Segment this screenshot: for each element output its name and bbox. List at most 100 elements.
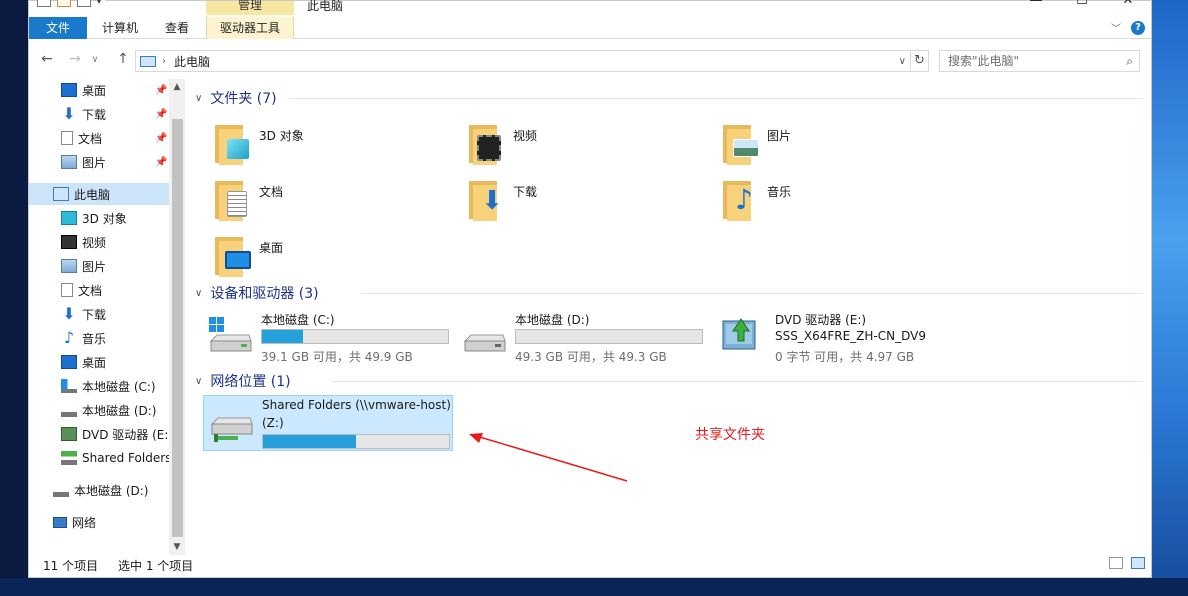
minimize-button[interactable]: — <box>1013 0 1059 9</box>
tab-drive-tools[interactable]: 驱动器工具 <box>206 17 294 39</box>
music-folder-icon: ♪ <box>721 177 761 221</box>
drive-icon <box>53 483 69 497</box>
sidebar-item-dvd-e[interactable]: DVD 驱动器 (E: <box>61 423 168 445</box>
group-divider <box>331 381 1143 382</box>
sidebar-item-pictures[interactable]: 图片 <box>61 151 106 173</box>
pin-icon[interactable]: 📌 <box>155 157 167 168</box>
recent-locations-icon[interactable]: ∨ <box>87 55 103 65</box>
group-header-network[interactable]: ∨ 网络位置 (1) <box>195 371 291 391</box>
sidebar-item-drive-d[interactable]: 本地磁盘 (D:) <box>61 399 156 421</box>
close-button[interactable]: ✕ <box>1105 0 1151 9</box>
selection-count: 选中 1 个项目 <box>118 559 194 573</box>
search-placeholder: 搜索"此电脑" <box>948 54 1020 68</box>
sidebar-item-network[interactable]: 网络 <box>53 511 96 533</box>
new-folder-icon[interactable] <box>77 0 91 7</box>
scroll-up-icon[interactable]: ▲ <box>169 79 185 95</box>
tab-view[interactable]: 查看 <box>155 17 199 39</box>
folder-downloads[interactable]: ⬇ 下载 <box>467 177 537 221</box>
scroll-thumb[interactable] <box>172 119 183 537</box>
breadcrumb-separator-icon[interactable]: › <box>162 56 166 67</box>
content-pane: ∨ 文件夹 (7) 3D 对象 视频 图片 文档 ⬇ 下载 ♪ 音乐 桌面 ∨ … <box>191 77 1149 555</box>
properties-icon[interactable] <box>57 0 71 7</box>
pin-icon[interactable]: 📌 <box>155 85 167 96</box>
address-dropdown-icon[interactable]: ∨ <box>899 56 906 67</box>
expand-ribbon-icon[interactable]: ﹀ <box>1111 20 1121 35</box>
details-view-icon[interactable] <box>1109 557 1123 569</box>
windows-drive-icon <box>61 379 77 393</box>
windows-drive-icon <box>209 317 252 352</box>
status-bar: 11 个项目 选中 1 个项目 <box>29 553 1151 577</box>
folder-desktop[interactable]: 桌面 <box>213 233 283 277</box>
title-bar: ▾ 管理 此电脑 — ☐ ✕ <box>29 0 1151 15</box>
drive-c[interactable]: 本地磁盘 (C:) 39.1 GB 可用，共 49.9 GB <box>207 311 457 367</box>
drive-name: Shared Folders (\\vmware-host) <box>262 398 451 412</box>
drive-d[interactable]: 本地磁盘 (D:) 49.3 GB 可用，共 49.3 GB <box>461 311 711 367</box>
sidebar-item-drive-c[interactable]: 本地磁盘 (C:) <box>61 375 156 397</box>
sidebar-scrollbar[interactable]: ▲ ▼ <box>169 79 185 555</box>
picture-icon <box>61 259 77 273</box>
drive-e[interactable]: DVD 驱动器 (E:) SSS_X64FRE_ZH-CN_DV9 0 字节 可… <box>721 311 971 367</box>
download-folder-icon: ⬇ <box>467 177 507 221</box>
maximize-button[interactable]: ☐ <box>1059 0 1105 9</box>
folder-music[interactable]: ♪ 音乐 <box>721 177 791 221</box>
search-input[interactable]: 搜索"此电脑" ⌕ <box>939 50 1140 72</box>
dvd-icon <box>722 318 756 350</box>
up-arrow-icon[interactable]: ↑ <box>115 51 131 67</box>
group-header-devices[interactable]: ∨ 设备和驱动器 (3) <box>195 283 319 303</box>
collapse-chevron-icon[interactable]: ∨ <box>195 93 202 104</box>
collapse-chevron-icon[interactable]: ∨ <box>195 288 202 299</box>
network-drive-icon <box>61 451 77 465</box>
customize-toolbar-icon[interactable]: ▾ <box>97 0 105 7</box>
address-bar[interactable]: › 此电脑 ∨ <box>135 50 911 72</box>
sidebar-item-downloads-pc[interactable]: ⬇ 下载 <box>61 303 106 325</box>
sidebar-item-this-pc[interactable]: 此电脑 <box>29 183 169 205</box>
dvd-icon <box>61 427 77 441</box>
pin-icon[interactable]: 📌 <box>155 109 167 120</box>
group-divider <box>289 98 1143 99</box>
folder-3d-objects[interactable]: 3D 对象 <box>213 121 304 165</box>
sidebar-item-pictures-pc[interactable]: 图片 <box>61 255 106 277</box>
ribbon-right-controls: ﹀ ? <box>1111 20 1145 35</box>
network-drive-shared-folders[interactable]: Shared Folders (\\vmware-host) (Z:) <box>203 395 453 451</box>
sidebar-item-music[interactable]: ♪ 音乐 <box>61 327 106 349</box>
network-icon <box>53 516 67 528</box>
sidebar-item-videos[interactable]: 视频 <box>61 231 106 253</box>
sidebar-item-desktop-pc[interactable]: 桌面 <box>61 351 106 373</box>
3d-objects-icon <box>61 211 77 225</box>
explorer-icon[interactable] <box>37 0 51 7</box>
large-icons-view-icon[interactable] <box>1131 557 1145 569</box>
folder-documents[interactable]: 文档 <box>213 177 283 221</box>
sidebar-item-3d-objects[interactable]: 3D 对象 <box>61 207 127 229</box>
sidebar-item-desktop[interactable]: 桌面 <box>61 79 106 101</box>
folder-videos[interactable]: 视频 <box>467 121 537 165</box>
music-icon: ♪ <box>63 328 75 347</box>
refresh-icon[interactable]: ↻ <box>911 50 929 72</box>
document-icon <box>61 131 73 145</box>
desktop-icon <box>61 83 77 97</box>
breadcrumb[interactable]: 此电脑 <box>174 53 210 70</box>
folder-pictures[interactable]: 图片 <box>721 121 791 165</box>
collapse-chevron-icon[interactable]: ∨ <box>195 376 202 387</box>
sidebar-item-local-disk-d[interactable]: 本地磁盘 (D:) <box>53 479 148 501</box>
drive-usage-bar <box>262 434 450 449</box>
forward-arrow-icon[interactable]: → <box>67 51 83 67</box>
taskbar-edge <box>0 578 1188 596</box>
group-header-folders[interactable]: ∨ 文件夹 (7) <box>195 88 277 108</box>
sidebar-item-downloads[interactable]: ⬇ 下载 <box>61 103 106 125</box>
window-controls: — ☐ ✕ <box>1013 0 1151 9</box>
search-icon[interactable]: ⌕ <box>1126 51 1133 71</box>
back-arrow-icon[interactable]: ← <box>39 51 55 67</box>
tab-file[interactable]: 文件 <box>29 17 87 39</box>
drive-letter: (Z:) <box>262 416 284 430</box>
desktop-icon <box>61 355 77 369</box>
sidebar-item-shared-folders[interactable]: Shared Folders <box>61 447 171 469</box>
tab-computer[interactable]: 计算机 <box>89 17 151 39</box>
help-icon[interactable]: ? <box>1131 20 1145 35</box>
context-tab-group: 管理 <box>206 0 294 15</box>
computer-icon <box>53 187 69 201</box>
drive-icon <box>463 334 506 352</box>
navigation-bar: ← → ∨ ↑ › 此电脑 ∨ ↻ 搜索"此电脑" ⌕ <box>29 45 1151 75</box>
sidebar-item-documents[interactable]: 文档 <box>61 127 102 149</box>
pin-icon[interactable]: 📌 <box>155 133 167 144</box>
sidebar-item-documents-pc[interactable]: 文档 <box>61 279 102 301</box>
